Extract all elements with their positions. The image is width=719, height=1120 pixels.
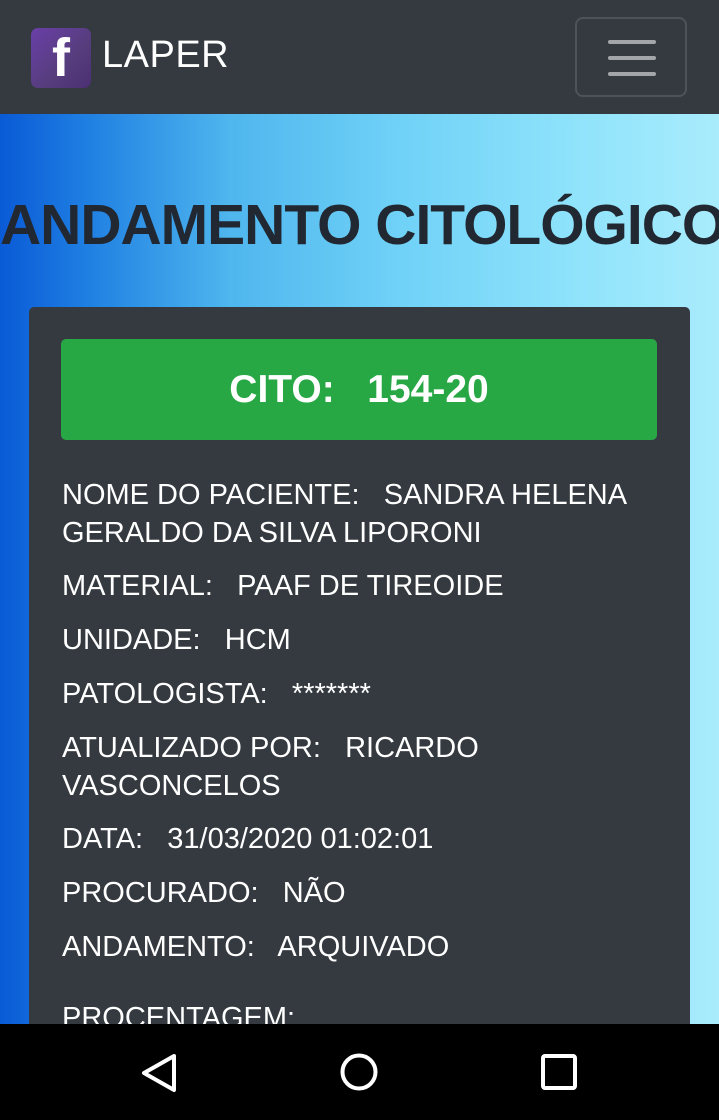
back-triangle-icon[interactable] <box>138 1052 180 1094</box>
field-percentage: PROCENTAGEM: <box>62 999 662 1024</box>
field-value: PAAF DE TIREOIDE <box>237 570 504 602</box>
field-label: NOME DO PACIENTE: <box>62 479 360 511</box>
home-circle-icon[interactable] <box>339 1052 379 1092</box>
field-value: ******* <box>291 678 371 710</box>
navbar: f LAPER <box>0 0 719 114</box>
field-pathologist: PATOLOGISTA: ******* <box>62 675 662 713</box>
hamburger-icon-bar-2 <box>608 56 656 60</box>
field-value: NÃO <box>282 877 346 909</box>
field-value: ARQUIVADO <box>277 931 450 963</box>
field-label: PROCENTAGEM: <box>62 1002 296 1024</box>
hero-section: ANDAMENTO CITOLÓGICO CITO: 154-20 NOME D… <box>0 114 719 1024</box>
hamburger-icon-bar-1 <box>608 40 656 44</box>
result-card: CITO: 154-20 NOME DO PACIENTE: SANDRA HE… <box>29 307 690 1024</box>
hamburger-icon-bar-3 <box>608 72 656 76</box>
cito-badge: CITO: 154-20 <box>61 339 657 440</box>
field-date: DATA: 31/03/2020 01:02:01 <box>62 820 662 858</box>
field-material: MATERIAL: PAAF DE TIREOIDE <box>62 567 662 605</box>
brand-logo-icon[interactable]: f <box>31 28 91 88</box>
field-label: DATA: <box>62 823 144 855</box>
navbar-toggler-button[interactable] <box>575 17 687 97</box>
page-title: ANDAMENTO CITOLÓGICO <box>0 193 719 257</box>
system-navigation-bar <box>0 1024 719 1120</box>
field-unit: UNIDADE: HCM <box>62 621 662 659</box>
field-progress-status: ANDAMENTO: ARQUIVADO <box>62 928 662 966</box>
field-patient-name: NOME DO PACIENTE: SANDRA HELENA GERALDO … <box>62 476 662 552</box>
field-label: PROCURADO: <box>62 877 259 909</box>
field-label: ANDAMENTO: <box>62 931 255 963</box>
brand-name[interactable]: LAPER <box>102 32 229 78</box>
cito-label: CITO: <box>229 368 335 411</box>
field-value: HCM <box>224 624 291 656</box>
field-value: 31/03/2020 01:02:01 <box>167 823 434 855</box>
recents-square-icon[interactable] <box>540 1053 578 1091</box>
field-label: PATOLOGISTA: <box>62 678 268 710</box>
field-label: ATUALIZADO POR: <box>62 732 321 764</box>
field-searched: PROCURADO: NÃO <box>62 874 662 912</box>
field-label: UNIDADE: <box>62 624 201 656</box>
field-label: MATERIAL: <box>62 570 213 602</box>
field-updated-by: ATUALIZADO POR: RICARDO VASCONCELOS <box>62 729 662 805</box>
cito-value: 154-20 <box>367 368 489 411</box>
